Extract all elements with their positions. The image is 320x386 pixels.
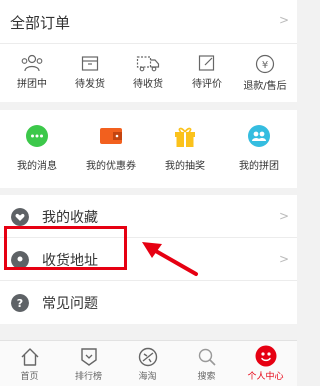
home-icon [21, 348, 38, 366]
svg-text:?: ? [17, 297, 23, 310]
ranking-icon [80, 348, 97, 366]
highlight-box [4, 226, 127, 270]
edit-icon [198, 55, 215, 71]
features-bar: 我的消息 我的优惠券 我的抽奖 我的拼团 [0, 110, 297, 188]
box-icon [81, 56, 99, 71]
status-to-review[interactable]: 待评价 [177, 44, 237, 102]
chevron-right-icon: > [278, 209, 289, 223]
tab-ranking[interactable]: 排行榜 [59, 341, 118, 386]
status-group-buying[interactable]: 拼团中 [2, 44, 62, 102]
all-orders-row[interactable]: 全部订单 > [0, 0, 297, 44]
status-label: 退款/售后 [243, 81, 287, 92]
heart-icon [11, 208, 29, 226]
feature-my-messages[interactable]: 我的消息 [0, 110, 74, 188]
tab-overseas[interactable]: 海淘 [118, 341, 177, 386]
question-icon: ? [11, 294, 29, 312]
feature-label: 我的拼团 [239, 161, 279, 172]
group-icon [248, 125, 270, 147]
status-to-receive[interactable]: 待收货 [118, 44, 178, 102]
status-refund[interactable]: ¥ 退款/售后 [235, 44, 295, 102]
svg-text:¥: ¥ [262, 60, 268, 71]
all-orders-title: 全部订单 [10, 14, 71, 32]
status-label: 待评价 [192, 79, 222, 90]
feature-my-group[interactable]: 我的拼团 [222, 110, 296, 188]
order-status-bar: 拼团中 待发货 待收货 待评价 ¥ 退款/售后 [0, 44, 297, 102]
coupon-icon [100, 128, 122, 144]
tab-label: 排行榜 [74, 372, 102, 382]
tab-label: 个人中心 [247, 372, 284, 382]
tab-search[interactable]: 搜索 [177, 341, 236, 386]
search-icon [198, 348, 216, 366]
group-people-icon [21, 54, 43, 72]
list-item-label: 常见问题 [42, 296, 98, 312]
truck-icon [136, 56, 160, 72]
feature-label: 我的抽奖 [165, 161, 205, 172]
tab-label: 海淘 [138, 372, 157, 382]
status-label: 待收货 [133, 79, 163, 90]
bottom-tab-bar: 首页 排行榜 海淘 搜索 个人中心 [0, 340, 297, 386]
feature-my-coupons[interactable]: 我的优惠券 [74, 110, 148, 188]
plane-icon [138, 347, 157, 367]
feature-label: 我的消息 [17, 161, 57, 172]
feature-label: 我的优惠券 [86, 161, 136, 172]
status-to-ship[interactable]: 待发货 [60, 44, 120, 102]
chevron-right-icon: > [278, 252, 289, 266]
list-item-label: 我的收藏 [42, 210, 98, 226]
red-arrow-icon [142, 242, 198, 276]
status-label: 待发货 [75, 79, 105, 90]
message-icon [26, 125, 48, 147]
tab-label: 搜索 [197, 372, 216, 382]
gift-icon [175, 127, 195, 147]
list-item-faq[interactable]: ? 常见问题 [0, 281, 297, 324]
chevron-right-icon: > [278, 13, 289, 27]
user-center-icon [255, 345, 276, 367]
tab-label: 首页 [20, 372, 39, 382]
tab-user-center[interactable]: 个人中心 [236, 341, 295, 386]
refund-icon: ¥ [255, 54, 275, 74]
tab-home[interactable]: 首页 [0, 341, 59, 386]
status-label: 拼团中 [17, 79, 47, 90]
feature-my-lottery[interactable]: 我的抽奖 [148, 110, 222, 188]
